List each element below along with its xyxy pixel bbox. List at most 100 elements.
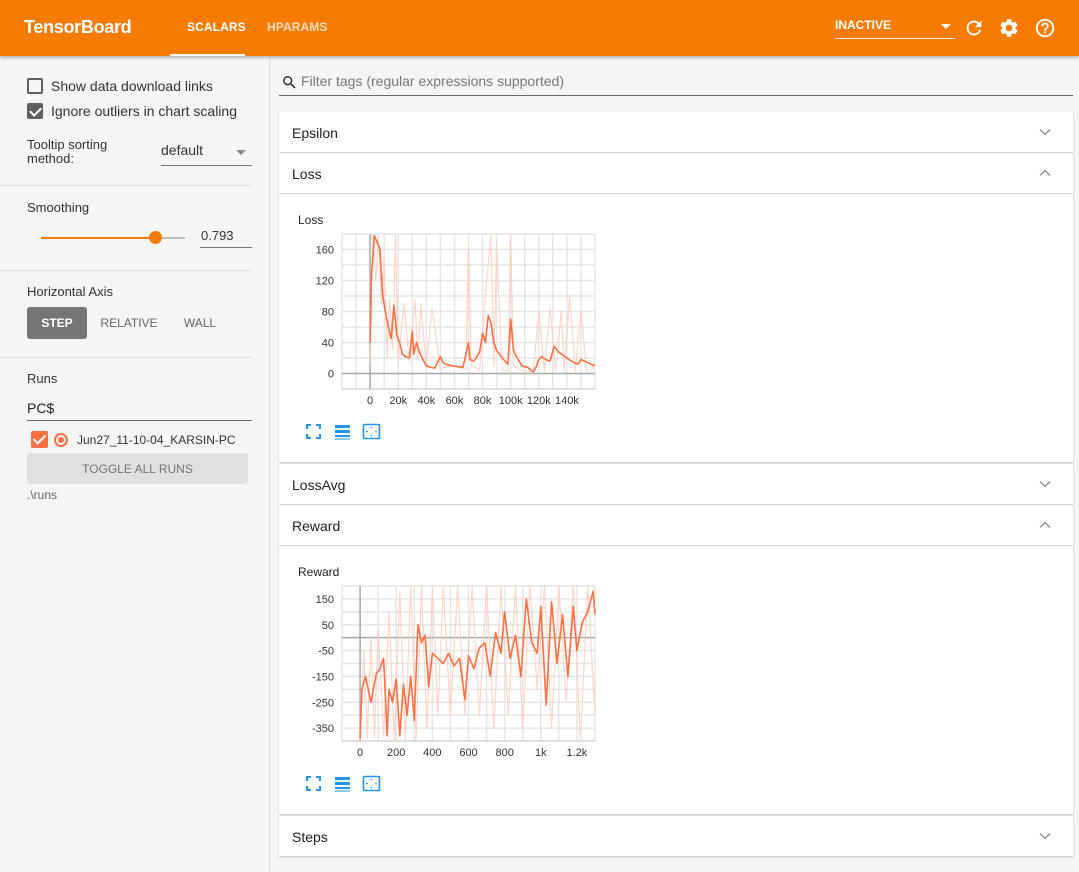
axis-relative-button[interactable]: RELATIVE [95,307,163,339]
pane-epsilon: Epsilon [279,112,1073,152]
chart-toolbar [304,774,381,793]
y-tick-label: 120 [316,276,334,288]
x-tick-label: 20k [389,395,407,407]
runs-filter-value: PC$ [27,400,55,416]
logdir-path: .\runs [27,488,58,502]
y-tick-label: -350 [312,723,334,735]
x-tick-label: 800 [495,747,513,759]
pane-header-loss[interactable]: Loss [279,153,1073,193]
tag-filter[interactable] [279,70,1073,96]
main-content: Epsilon Loss Loss 0 20k 40k 60k 80k 100k 120k 1… [270,56,1079,872]
checkbox-checked-icon[interactable] [27,103,43,119]
y-tick-label: -50 [318,646,334,658]
fit-domain-icon[interactable] [362,774,381,793]
ignore-outliers-checkbox[interactable]: Ignore outliers in chart scaling [27,103,237,119]
checkbox-unchecked-icon[interactable] [27,78,43,94]
toggle-log-scale-icon[interactable] [333,422,352,441]
x-tick-label: 140k [555,395,579,407]
smoothing-slider-fill [41,237,156,239]
chevron-down-icon[interactable] [1039,830,1051,842]
pane-loss: Loss Loss 0 20k 40k 60k 80k 100k 120k 140k 0 40 80… [279,153,1073,462]
active-tab-indicator [170,54,245,56]
chevron-down-icon[interactable] [1039,478,1051,490]
fit-domain-icon[interactable] [362,422,381,441]
y-tick-label: 50 [322,620,334,632]
tooltip-sorting-value: default [161,142,204,158]
tab-hparams[interactable]: HPARAMS [267,20,327,34]
help-icon[interactable] [1034,17,1056,39]
pane-reward: Reward Reward 0 200 400 600 800 1k 1.2k 150 50 -5… [279,505,1073,814]
pane-title: Steps [292,829,328,845]
fit-to-screen-icon[interactable] [304,422,323,441]
x-tick-label: 60k [446,395,464,407]
refresh-icon[interactable] [963,17,985,39]
tooltip-sorting-label: Tooltip sorting method: [27,137,108,166]
y-tick-label: -250 [312,697,334,709]
x-tick-label: 1.2k [567,747,588,759]
app-title: TensorBoard [24,17,132,37]
axis-step-button[interactable]: STEP [27,307,87,339]
dropdown-caret-icon [941,24,951,29]
tab-scalars[interactable]: SCALARS [187,20,246,34]
pane-header-epsilon[interactable]: Epsilon [279,112,1073,152]
sidebar: Show data download links Ignore outliers… [0,56,270,872]
x-tick-label: 400 [423,747,441,759]
pane-lossavg: LossAvg [279,464,1073,504]
chevron-up-icon[interactable] [1039,519,1051,531]
tag-filter-input[interactable] [301,73,1061,89]
axis-wall-button[interactable]: WALL [172,307,228,339]
section-divider [0,357,252,358]
chevron-down-icon[interactable] [1039,126,1051,138]
runs-filter-input[interactable]: PC$ [27,400,252,421]
chart-title: Reward [298,565,340,579]
plugin-status-dropdown[interactable]: INACTIVE [835,18,955,39]
settings-icon[interactable] [998,17,1020,39]
pane-steps: Steps [279,816,1073,856]
x-tick-label: 200 [387,747,405,759]
chevron-up-icon[interactable] [1039,167,1051,179]
pane-header-steps[interactable]: Steps [279,816,1073,856]
x-tick-label: 100k [499,395,523,407]
pane-title: LossAvg [292,477,346,493]
dropdown-caret-icon [236,150,246,155]
loss-chart[interactable]: 0 20k 40k 60k 80k 100k 120k 140k 0 40 80 120 160 [298,232,598,417]
x-tick-label: 0 [357,747,363,759]
fit-to-screen-icon[interactable] [304,774,323,793]
smoothing-label: Smoothing [27,200,90,215]
top-app-bar: TensorBoard SCALARS HPARAMS INACTIVE [0,0,1079,56]
y-tick-label: 160 [316,245,334,257]
tooltip-sorting-dropdown[interactable]: default [161,142,252,166]
pane-body-loss: Loss 0 20k 40k 60k 80k 100k 120k 140k 0 40 80 120 16… [279,193,1073,462]
x-tick-label: 120k [527,395,551,407]
smoothing-slider-knob[interactable] [149,231,163,244]
search-icon [283,76,296,89]
x-tick-label: 600 [459,747,477,759]
section-divider [0,270,252,271]
show-download-links-label: Show data download links [51,78,213,94]
smoothing-slider[interactable] [41,231,185,244]
section-divider [0,185,252,186]
run-item[interactable]: Jun27_11-10-04_KARSIN-PC [31,431,236,448]
x-tick-label: 40k [417,395,435,407]
toggle-log-scale-icon[interactable] [333,774,352,793]
x-tick-label: 1k [535,747,547,759]
run-checkbox-icon[interactable] [31,431,48,448]
x-tick-label: 80k [474,395,492,407]
pane-header-reward[interactable]: Reward [279,505,1073,545]
chart-title: Loss [298,213,324,227]
reward-chart[interactable]: 0 200 400 600 800 1k 1.2k 150 50 -50 -150 -250 -350 [298,584,598,769]
chart-toolbar [304,422,381,441]
toggle-all-runs-button[interactable]: TOGGLE ALL RUNS [27,453,248,484]
pane-title: Reward [292,518,341,534]
run-name: Jun27_11-10-04_KARSIN-PC [77,432,236,447]
plugin-status-value: INACTIVE [835,18,892,32]
pane-title: Epsilon [292,125,338,141]
y-tick-label: 80 [322,307,334,319]
run-color-radio-icon[interactable] [54,432,68,447]
horizontal-axis-label: Horizontal Axis [27,284,113,299]
pane-title: Loss [292,166,322,182]
show-download-links-checkbox[interactable]: Show data download links [27,78,213,94]
y-tick-label: -150 [312,671,334,683]
smoothing-value-input[interactable]: 0.793 [200,228,252,248]
pane-header-lossavg[interactable]: LossAvg [279,464,1073,504]
